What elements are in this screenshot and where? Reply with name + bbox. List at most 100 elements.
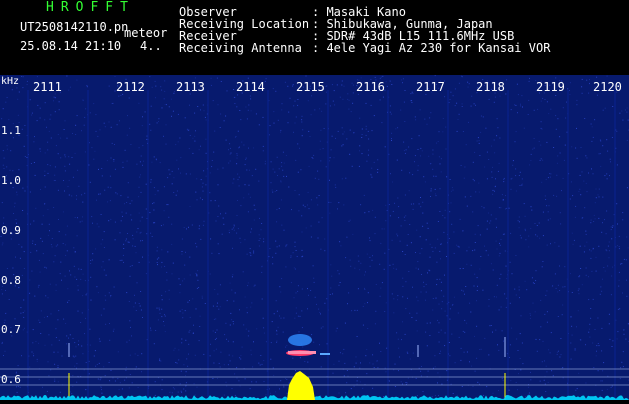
noise-dot [307,288,308,289]
noise-dot [492,332,493,333]
noise-dot [495,97,496,98]
noise-dot [499,243,500,244]
noise-dot [591,250,592,251]
noise-dot [440,258,441,259]
noise-dot [78,340,79,341]
noise-dot [411,242,412,243]
noise-dot [531,206,532,207]
noise-dot [189,105,190,106]
noise-dot [566,102,567,103]
noise-dot [575,348,576,349]
noise-dot [622,212,623,213]
noise-dot [301,256,302,257]
noise-dot [248,194,249,195]
noise-dot [23,312,24,313]
noise-dot [55,97,56,98]
noise-dot [33,355,34,356]
noise-dot [557,354,558,355]
noise-dot [385,371,386,372]
noise-dot [155,395,156,396]
noise-dot [98,292,99,293]
noise-dot [271,342,272,343]
noise-dot [397,295,398,296]
noise-dot [123,244,124,245]
noise-dot [173,192,174,193]
noise-dot [19,122,20,123]
noise-dot [284,163,285,164]
noise-dot [102,239,103,240]
noise-dot [8,119,9,120]
noise-dot [232,355,233,356]
noise-dot [53,100,54,101]
noise-dot [494,140,495,141]
noise-dot [411,100,412,101]
noise-dot [498,390,499,391]
noise-dot [307,362,308,363]
noise-dot [509,357,510,358]
noise-dot [398,217,399,218]
noise-dot [253,251,254,252]
noise-dot [76,346,77,347]
noise-dot [84,369,85,370]
noise-dot [286,155,287,156]
noise-dot [405,153,406,154]
noise-dot [212,160,213,161]
noise-dot [138,228,139,229]
noise-dot [345,323,346,324]
noise-dot [17,392,18,393]
noise-dot [165,316,166,317]
noise-dot [588,93,589,94]
noise-dot [594,119,595,120]
noise-dot [439,131,440,132]
noise-dot [455,362,456,363]
noise-dot [332,293,333,294]
noise-dot [627,187,628,188]
noise-dot [30,252,31,253]
noise-dot [611,294,612,295]
noise-dot [605,108,606,109]
noise-dot [575,148,576,149]
noise-dot [298,210,299,211]
noise-dot [164,80,165,81]
noise-dot [129,242,130,243]
noise-dot [187,129,188,130]
noise-dot [313,342,314,343]
noise-dot [54,379,55,380]
noise-dot [429,270,430,271]
noise-dot [516,382,517,383]
noise-dot [359,150,360,151]
noise-dot [78,269,79,270]
noise-dot [582,217,583,218]
noise-dot [65,276,66,277]
noise-dot [366,126,367,127]
noise-dot [439,304,440,305]
noise-dot [455,105,456,106]
noise-dot [429,335,430,336]
noise-dot [180,311,181,312]
noise-dot [199,228,200,229]
noise-dot [606,173,607,174]
noise-dot [102,175,103,176]
noise-dot [200,198,201,199]
noise-dot [442,215,443,216]
noise-dot [360,204,361,205]
noise-dot [619,246,620,247]
noise-dot [56,284,57,285]
noise-dot [423,282,424,283]
noise-dot [549,205,550,206]
noise-dot [599,153,600,154]
noise-dot [233,89,234,90]
noise-dot [118,96,119,97]
noise-dot [451,191,452,192]
noise-dot [142,145,143,146]
noise-dot [377,367,378,368]
noise-dot [160,162,161,163]
noise-dot [477,141,478,142]
noise-dot [548,382,549,383]
noise-dot [297,291,298,292]
noise-dot [393,268,394,269]
noise-dot [529,78,530,79]
noise-dot [301,215,302,216]
noise-dot [197,270,198,271]
noise-dot [142,165,143,166]
